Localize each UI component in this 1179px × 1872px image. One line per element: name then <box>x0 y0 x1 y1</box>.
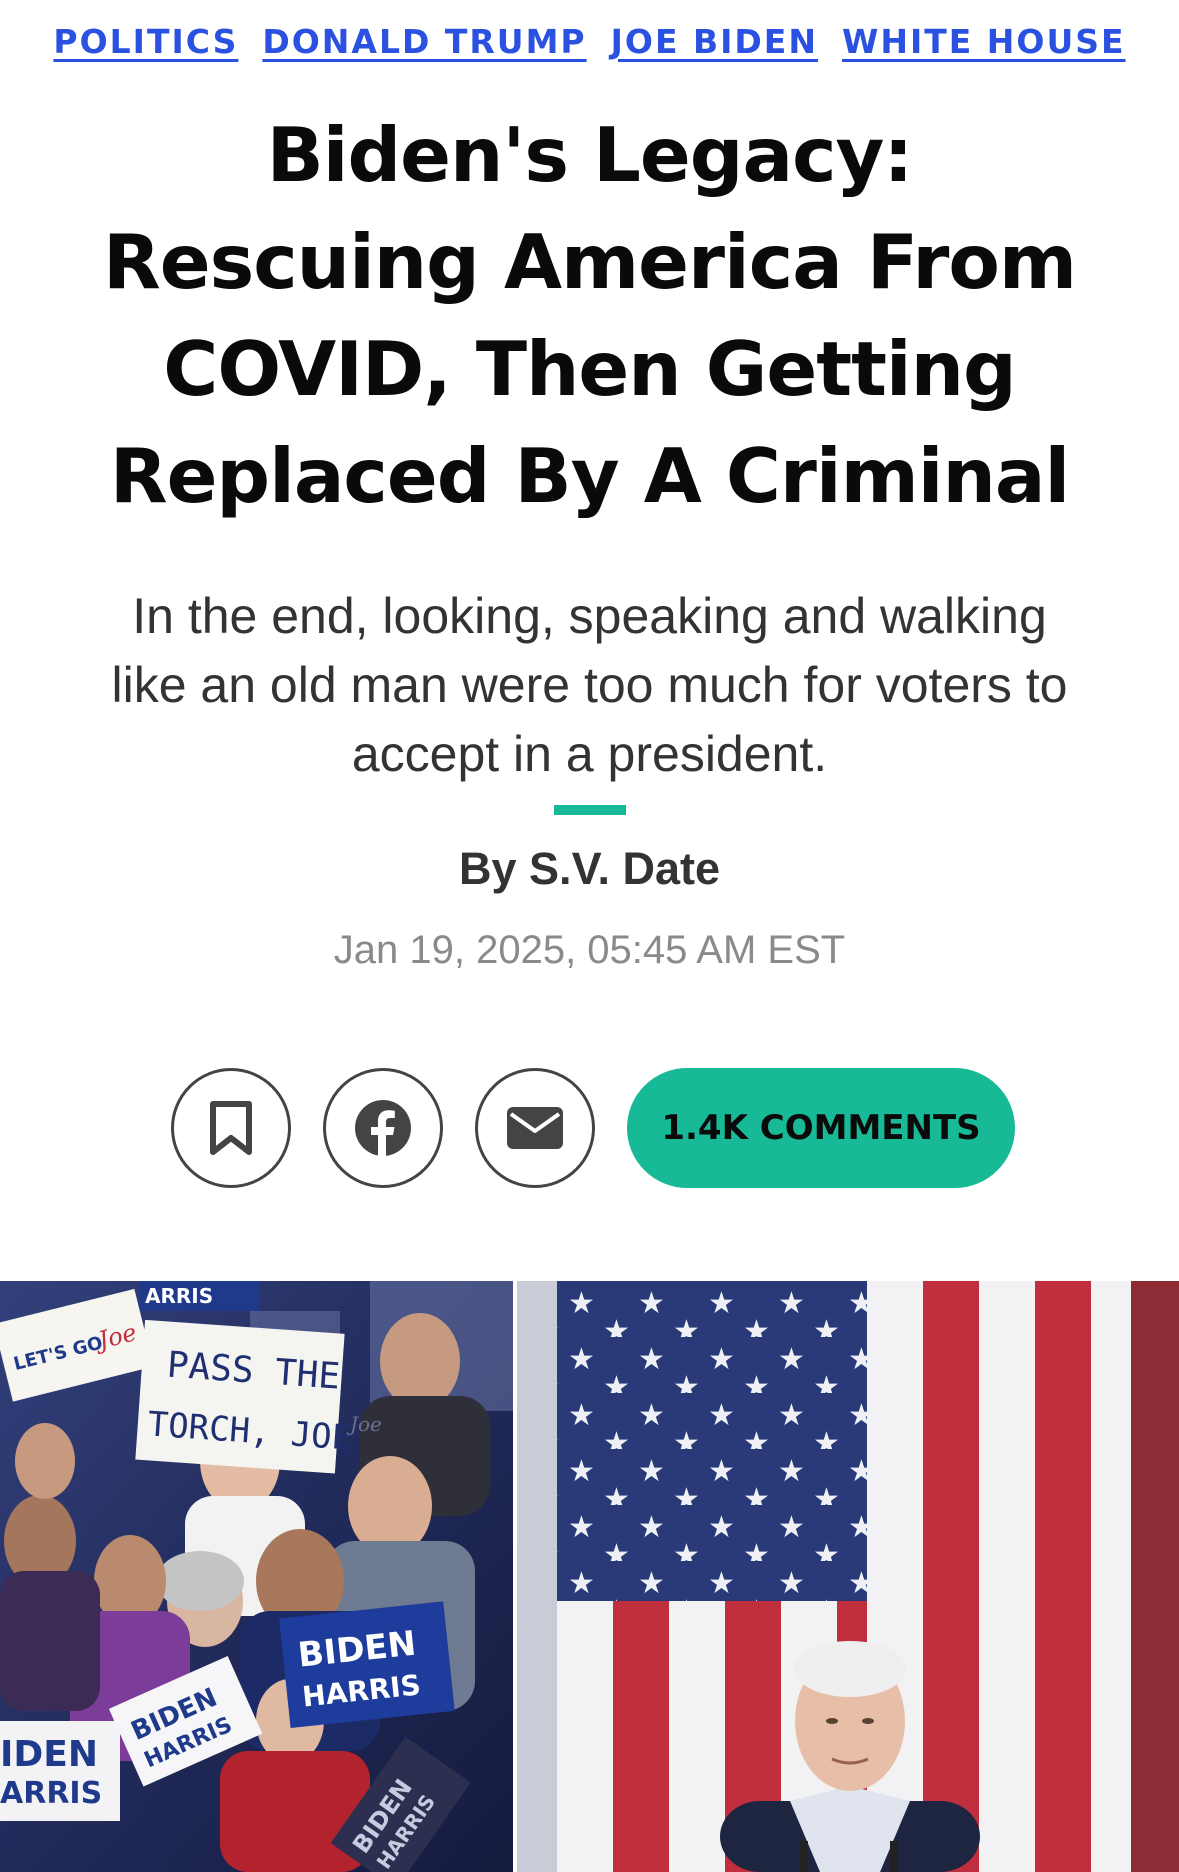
biden-harris-sign-blue: BIDEN HARRIS <box>279 1601 455 1729</box>
accent-divider <box>554 805 626 815</box>
topic-tags: POLITICS DONALD TRUMP JOE BIDEN WHITE HO… <box>0 22 1179 61</box>
byline-prefix: By <box>459 843 517 894</box>
sign-left-top: IDEN <box>0 1734 98 1775</box>
tag-white-house[interactable]: WHITE HOUSE <box>842 22 1126 61</box>
author-link[interactable]: S.V. Date <box>529 843 720 894</box>
article-dek: In the end, looking, speaking and walkin… <box>111 588 1068 782</box>
pass-the-torch-sign: PASS THE TORCH, JOE <box>135 1319 353 1474</box>
biden-harris-sign-left: IDEN ARRIS <box>0 1721 120 1821</box>
sign-arris: ARRIS <box>145 1284 213 1308</box>
byline: By S.V. Date <box>0 843 1179 895</box>
email-icon <box>507 1107 563 1149</box>
facebook-icon <box>355 1100 411 1157</box>
sign-left-bottom: ARRIS <box>0 1776 102 1811</box>
comments-button[interactable]: 1.4K COMMENTS <box>627 1068 1015 1188</box>
rally-photo: ★ ★ <box>0 1281 1179 1872</box>
share-actions: 1.4K COMMENTS <box>171 1068 1015 1188</box>
bookmark-button[interactable] <box>171 1068 291 1188</box>
tag-politics[interactable]: POLITICS <box>53 22 238 61</box>
facebook-share-button[interactable] <box>323 1068 443 1188</box>
tag-joe-biden[interactable]: JOE BIDEN <box>611 22 818 61</box>
article-headline: Biden's Legacy: Rescuing America From CO… <box>102 111 1077 520</box>
comments-label: 1.4K COMMENTS <box>661 1108 981 1148</box>
bookmark-icon <box>210 1101 252 1155</box>
tag-donald-trump[interactable]: DONALD TRUMP <box>262 22 586 61</box>
publish-timestamp: Jan 19, 2025, 05:45 AM EST <box>333 928 846 972</box>
email-share-button[interactable] <box>475 1068 595 1188</box>
lead-image[interactable]: ★ ★ <box>0 1281 1179 1872</box>
sign-joe-small: Joe <box>346 1412 382 1436</box>
